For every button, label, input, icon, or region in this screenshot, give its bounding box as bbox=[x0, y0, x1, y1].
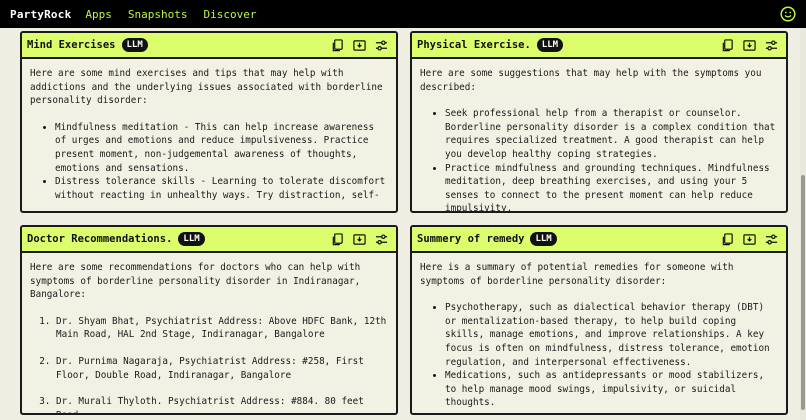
list-item: Distress tolerance skills - Learning to … bbox=[55, 175, 388, 202]
list-item: Seek professional help from a therapist … bbox=[445, 107, 778, 161]
widget-card-summary-of-remedy: Summery of remedy LLM Here is a summary … bbox=[410, 225, 788, 415]
list-item: Medications, such as antidepressants or … bbox=[445, 369, 778, 410]
top-navigation-bar: PartyRock Apps Snapshots Discover bbox=[0, 0, 806, 28]
card-content: Here are some mind exercises and tips th… bbox=[22, 59, 396, 211]
llm-badge: LLM bbox=[178, 232, 205, 246]
settings-sliders-icon[interactable] bbox=[765, 233, 778, 246]
widget-card-doctor-recommendations: Doctor Recommendations. LLM Here are som… bbox=[20, 225, 398, 415]
copy-icon[interactable] bbox=[331, 39, 344, 52]
smiley-face-icon[interactable] bbox=[780, 6, 796, 22]
brand-logo[interactable]: PartyRock bbox=[10, 8, 71, 21]
copy-icon[interactable] bbox=[721, 39, 734, 52]
card-header: Mind Exercises LLM bbox=[22, 33, 396, 59]
bullet-list: Psychotherapy, such as dialectical behav… bbox=[420, 301, 778, 410]
nav-link-apps[interactable]: Apps bbox=[85, 8, 112, 21]
card-content: Here are some recommendations for doctor… bbox=[22, 253, 396, 413]
card-header: Doctor Recommendations. LLM bbox=[22, 227, 396, 253]
card-intro: Here are some mind exercises and tips th… bbox=[30, 68, 383, 107]
nav-link-snapshots[interactable]: Snapshots bbox=[128, 8, 188, 21]
settings-sliders-icon[interactable] bbox=[765, 39, 778, 52]
image-icon[interactable] bbox=[743, 233, 756, 246]
list-item: Practice mindfulness and grounding techn… bbox=[445, 162, 778, 211]
llm-badge: LLM bbox=[530, 232, 557, 246]
bullet-list: Mindfulness meditation - This can help i… bbox=[30, 121, 388, 203]
card-intro: Here are some suggestions that may help … bbox=[420, 68, 762, 93]
widget-card-mind-exercises: Mind Exercises LLM Here are some mind ex… bbox=[20, 31, 398, 213]
card-header: Summery of remedy LLM bbox=[412, 227, 786, 253]
widget-card-physical-exercise: Physical Exercise. LLM Here are some sug… bbox=[410, 31, 788, 213]
image-icon[interactable] bbox=[353, 39, 366, 52]
list-item: Dr. Murali Thyloth. Psychiatrist Address… bbox=[56, 395, 388, 413]
list-item: Dr. Shyam Bhat, Psychiatrist Address: Ab… bbox=[56, 315, 388, 342]
list-item: Mindfulness meditation - This can help i… bbox=[55, 121, 388, 175]
page-scrollbar-thumb[interactable] bbox=[801, 175, 805, 410]
card-intro: Here are some recommendations for doctor… bbox=[30, 262, 361, 301]
card-title: Physical Exercise. bbox=[417, 39, 531, 51]
list-item: Dr. Purnima Nagaraja, Psychiatrist Addre… bbox=[56, 355, 388, 382]
card-title: Doctor Recommendations. bbox=[27, 233, 173, 245]
image-icon[interactable] bbox=[743, 39, 756, 52]
copy-icon[interactable] bbox=[331, 233, 344, 246]
card-content: Here is a summary of potential remedies … bbox=[412, 253, 786, 413]
bullet-list: Seek professional help from a therapist … bbox=[420, 107, 778, 211]
settings-sliders-icon[interactable] bbox=[375, 233, 388, 246]
card-title: Mind Exercises bbox=[27, 39, 116, 51]
card-header: Physical Exercise. LLM bbox=[412, 33, 786, 59]
image-icon[interactable] bbox=[353, 233, 366, 246]
llm-badge: LLM bbox=[536, 38, 564, 52]
llm-badge: LLM bbox=[121, 38, 148, 52]
nav-link-discover[interactable]: Discover bbox=[204, 8, 257, 21]
card-content: Here are some suggestions that may help … bbox=[412, 59, 786, 211]
card-intro: Here is a summary of potential remedies … bbox=[420, 262, 734, 287]
settings-sliders-icon[interactable] bbox=[375, 39, 388, 52]
numbered-list: Dr. Shyam Bhat, Psychiatrist Address: Ab… bbox=[30, 315, 388, 413]
copy-icon[interactable] bbox=[721, 233, 734, 246]
list-item: Psychotherapy, such as dialectical behav… bbox=[445, 301, 778, 369]
card-title: Summery of remedy bbox=[417, 233, 525, 245]
